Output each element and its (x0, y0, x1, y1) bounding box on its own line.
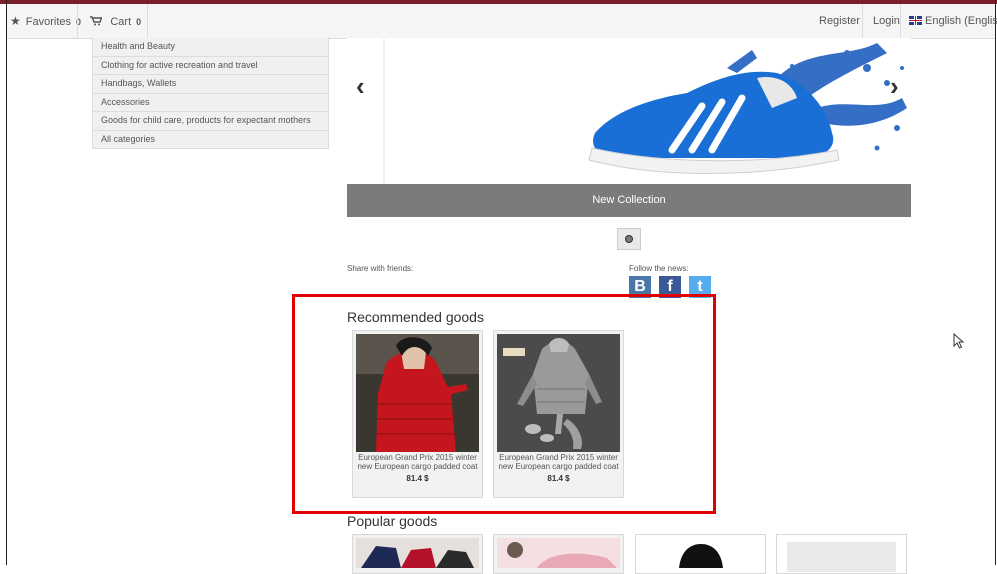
carousel-next-button[interactable]: › (890, 73, 899, 99)
nav-divider (900, 4, 901, 38)
favorites-link[interactable]: ★ Favorites 0 (10, 4, 81, 38)
top-navbar: ★ Favorites 0 Cart 0 Register Login English… (7, 4, 997, 39)
highlight-box (292, 294, 716, 514)
hero-carousel: ‹ › New Collection (347, 38, 911, 217)
favorites-label: Favorites (25, 16, 72, 28)
category-item[interactable]: Clothing for active recreation and trave… (92, 56, 329, 75)
nav-divider (147, 4, 148, 38)
register-link[interactable]: Register (819, 4, 860, 38)
product-card[interactable] (776, 534, 907, 574)
popular-goods-title: Popular goods (347, 513, 438, 529)
product-image (639, 538, 762, 568)
carousel-prev-button[interactable]: ‹ (356, 73, 365, 99)
category-item-all[interactable]: All categories (92, 130, 329, 149)
product-card[interactable] (635, 534, 766, 574)
cart-count: 0 (136, 17, 142, 27)
login-link[interactable]: Login (873, 4, 900, 38)
cart-icon (90, 14, 105, 28)
page-border-right (995, 0, 996, 565)
follow-label: Follow the news: (629, 264, 689, 273)
category-item[interactable]: Health and Beauty (92, 38, 329, 57)
carousel-caption: New Collection (347, 184, 911, 217)
category-item[interactable]: Accessories (92, 93, 329, 112)
product-card[interactable] (352, 534, 483, 574)
carousel-dot-icon (625, 235, 633, 243)
category-item[interactable]: Goods for child care, products for expec… (92, 112, 329, 131)
language-selector[interactable]: English (English) (909, 4, 997, 38)
product-image (497, 538, 620, 568)
category-item[interactable]: Handbags, Wallets (92, 75, 329, 94)
sneaker-image (588, 43, 907, 174)
language-label: English (English) (925, 15, 997, 27)
page-border-left (6, 0, 7, 565)
product-card[interactable] (493, 534, 624, 574)
mouse-cursor-icon (953, 333, 965, 349)
share-label: Share with friends: (347, 264, 414, 273)
nav-divider (862, 4, 863, 38)
cart-label: Cart (110, 16, 132, 28)
product-image (787, 542, 896, 572)
carousel-indicator-button[interactable] (617, 228, 641, 250)
nav-divider (77, 4, 78, 38)
category-list: Health and Beauty Clothing for active re… (92, 38, 329, 149)
cart-link[interactable]: Cart 0 (90, 4, 141, 38)
product-image (356, 538, 479, 568)
star-icon: ★ (10, 14, 21, 28)
uk-flag-icon (909, 16, 922, 25)
slide-decoration (383, 38, 385, 183)
